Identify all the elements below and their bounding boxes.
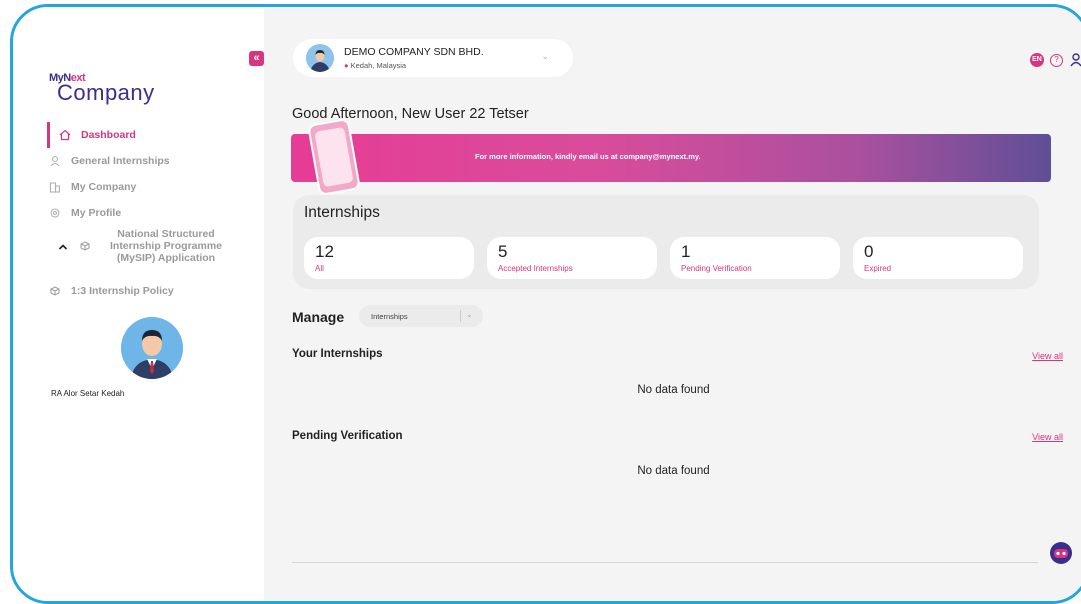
sidebar-item-dashboard[interactable]: Dashboard (47, 122, 257, 148)
help-icon[interactable]: ? (1050, 53, 1063, 67)
stat-card-accepted[interactable]: 5 Accepted Internships (487, 237, 657, 279)
sidebar-item-my-profile[interactable]: My Profile (47, 200, 257, 226)
manage-select-value: Internships (371, 312, 408, 321)
empty-state: No data found (637, 465, 710, 477)
company-name: DEMO COMPANY SDN BHD. (344, 46, 484, 58)
sidebar-item-label: General Internships (71, 155, 170, 167)
avatar (121, 317, 183, 379)
manage-label: Manage (292, 309, 345, 325)
info-banner: For more information, kindly email us at… (291, 117, 1051, 197)
empty-state: No data found (637, 384, 710, 396)
building-icon (48, 180, 62, 194)
sidebar: MyNext Company « Dashboard General Inter… (13, 7, 266, 601)
home-icon (58, 128, 72, 142)
phone-illustration (307, 117, 361, 197)
stat-card-expired[interactable]: 0 Expired (853, 237, 1023, 279)
your-internships-title: Your Internships (292, 348, 383, 360)
company-avatar (306, 44, 334, 72)
stat-value: 0 (864, 242, 874, 261)
stat-value: 12 (315, 242, 334, 261)
collapse-sidebar-button[interactable]: « (249, 51, 264, 66)
sidebar-item-general-internships[interactable]: General Internships (47, 148, 257, 174)
stat-label: Expired (864, 264, 892, 273)
header-actions: EN ? (1030, 53, 1081, 67)
pending-verification-title: Pending Verification (292, 430, 403, 442)
sidebar-item-internship-policy[interactable]: 1:3 Internship Policy (47, 278, 257, 304)
chevron-down-icon[interactable]: ⌄ (466, 310, 473, 319)
view-all-pending-link[interactable]: View all (1032, 432, 1063, 442)
stat-card-pending[interactable]: 1 Pending Verification (670, 237, 840, 279)
sidebar-item-label: My Company (71, 181, 137, 193)
sidebar-item-mysip-application[interactable]: National Structured Internship Programme… (47, 228, 257, 278)
gear-icon (48, 206, 62, 220)
cube-icon (48, 284, 62, 298)
person-icon (48, 154, 62, 168)
select-separator (460, 310, 461, 322)
chevron-up-icon[interactable] (58, 242, 74, 254)
company-location: ● Kedah, Malaysia (344, 61, 406, 70)
chatbot-icon[interactable] (1049, 541, 1073, 565)
sidebar-item-label: My Profile (71, 207, 122, 219)
main-content: DEMO COMPANY SDN BHD. ● Kedah, Malaysia … (264, 7, 1081, 601)
chevron-down-icon[interactable]: ⌄ (541, 51, 549, 62)
phone-screen (314, 126, 354, 188)
stat-label: Accepted Internships (498, 264, 573, 273)
stats-title: Internships (304, 204, 380, 221)
banner-message: For more information, kindly email us at… (475, 152, 701, 161)
stat-card-all[interactable]: 12 All (304, 237, 474, 279)
sidebar-item-my-company[interactable]: My Company (47, 174, 257, 200)
view-all-internships-link[interactable]: View all (1032, 351, 1063, 361)
company-switcher[interactable]: DEMO COMPANY SDN BHD. ● Kedah, Malaysia … (293, 39, 573, 77)
sidebar-item-label: 1:3 Internship Policy (71, 285, 174, 297)
mynext-logo[interactable]: MyNext Company (49, 69, 155, 104)
footer-divider (292, 562, 1038, 563)
stat-label: All (315, 264, 324, 273)
internship-stats-panel: Internships 12 All 5 Accepted Internship… (293, 195, 1039, 289)
language-button[interactable]: EN (1030, 53, 1044, 67)
stat-value: 1 (681, 242, 691, 261)
location-pin-icon: ● (344, 61, 349, 70)
sidebar-item-label: National Structured Internship Programme… (109, 228, 223, 264)
company-location-text: Kedah, Malaysia (350, 61, 407, 70)
sidebar-user-name: RA Alor Setar Kedah (51, 389, 125, 398)
user-icon[interactable] (1069, 53, 1081, 67)
greeting-title: Good Afternoon, New User 22 Tetser (292, 106, 529, 122)
stat-label: Pending Verification (681, 264, 752, 273)
sidebar-item-label: Dashboard (81, 129, 136, 141)
logo-company-text: Company (57, 80, 155, 105)
stat-value: 5 (498, 242, 508, 261)
app-frame: MyNext Company « Dashboard General Inter… (10, 4, 1081, 604)
manage-select[interactable]: Internships ⌄ (359, 305, 483, 327)
sidebar-nav: Dashboard General Internships My Company… (47, 122, 257, 304)
cube-icon (80, 241, 94, 254)
